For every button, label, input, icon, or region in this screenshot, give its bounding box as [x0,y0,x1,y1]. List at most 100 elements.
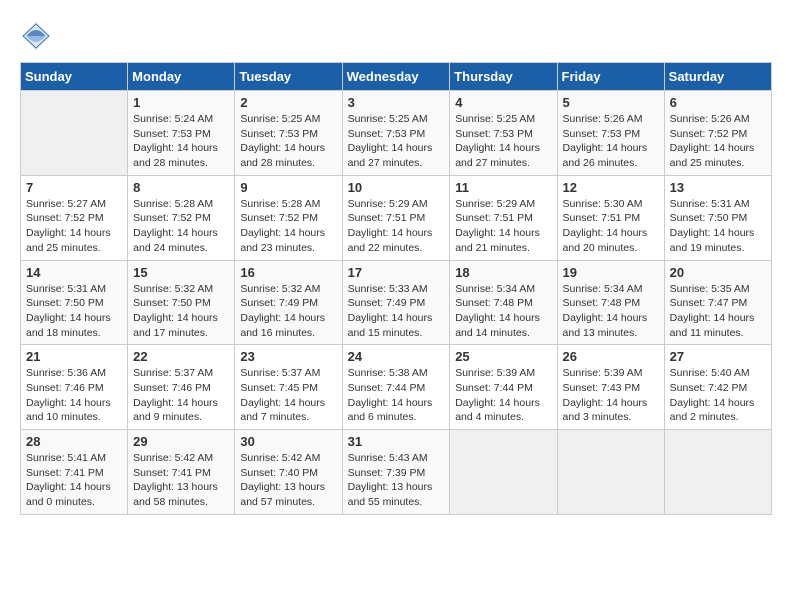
calendar-day-cell: 28Sunrise: 5:41 AM Sunset: 7:41 PM Dayli… [21,430,128,515]
day-info: Sunrise: 5:42 AM Sunset: 7:41 PM Dayligh… [133,451,229,510]
day-of-week-header: Tuesday [235,63,342,91]
day-info: Sunrise: 5:26 AM Sunset: 7:52 PM Dayligh… [670,112,766,171]
day-info: Sunrise: 5:25 AM Sunset: 7:53 PM Dayligh… [455,112,551,171]
calendar-day-cell: 17 Sunrise: 5:33 AM Sunset: 7:49 PM Dayli… [342,260,450,345]
day-number: 5 [563,95,659,110]
day-number: 22 [133,349,229,364]
calendar-day-cell: 9 Sunrise: 5:28 AM Sunset: 7:52 PM Daylig… [235,175,342,260]
day-number: 6 [670,95,766,110]
calendar-week-row: 28Sunrise: 5:41 AM Sunset: 7:41 PM Dayli… [21,430,772,515]
calendar-day-cell: 31 Sunrise: 5:43 AM Sunset: 7:39 PM Dayli… [342,430,450,515]
calendar-day-cell [21,91,128,176]
day-number: 11 [455,180,551,195]
calendar-day-cell: 20 Sunrise: 5:35 AM Sunset: 7:47 PM Dayli… [664,260,771,345]
calendar-day-cell: 27 Sunrise: 5:40 AM Sunset: 7:42 PM Dayli… [664,345,771,430]
calendar-day-cell: 29 Sunrise: 5:42 AM Sunset: 7:41 PM Dayli… [128,430,235,515]
day-number: 1 [133,95,229,110]
calendar-day-cell [664,430,771,515]
day-info: Sunrise: 5:37 AM Sunset: 7:46 PM Dayligh… [133,366,229,425]
day-number: 9 [240,180,336,195]
day-info: Sunrise: 5:32 AM Sunset: 7:50 PM Dayligh… [133,282,229,341]
day-number: 19 [563,265,659,280]
calendar-day-cell: 18 Sunrise: 5:34 AM Sunset: 7:48 PM Dayli… [450,260,557,345]
calendar-day-cell: 14 Sunrise: 5:31 AM Sunset: 7:50 PM Dayli… [21,260,128,345]
calendar-day-cell: 15 Sunrise: 5:32 AM Sunset: 7:50 PM Dayli… [128,260,235,345]
day-number: 16 [240,265,336,280]
logo-icon [20,20,52,52]
day-number: 31 [348,434,445,449]
day-number: 25 [455,349,551,364]
day-info: Sunrise: 5:32 AM Sunset: 7:49 PM Dayligh… [240,282,336,341]
calendar-day-cell: 3Sunrise: 5:25 AM Sunset: 7:53 PM Daylig… [342,91,450,176]
calendar-day-cell: 24 Sunrise: 5:38 AM Sunset: 7:44 PM Dayli… [342,345,450,430]
day-number: 18 [455,265,551,280]
calendar-day-cell: 7 Sunrise: 5:27 AM Sunset: 7:52 PM Daylig… [21,175,128,260]
day-number: 3 [348,95,445,110]
day-info: Sunrise: 5:26 AM Sunset: 7:53 PM Dayligh… [563,112,659,171]
day-info: Sunrise: 5:29 AM Sunset: 7:51 PM Dayligh… [348,197,445,256]
day-number: 14 [26,265,122,280]
calendar-header-row: SundayMondayTuesdayWednesdayThursdayFrid… [21,63,772,91]
day-info: Sunrise: 5:35 AM Sunset: 7:47 PM Dayligh… [670,282,766,341]
day-info: Sunrise: 5:40 AM Sunset: 7:42 PM Dayligh… [670,366,766,425]
day-of-week-header: Friday [557,63,664,91]
day-of-week-header: Monday [128,63,235,91]
calendar-day-cell: 4 Sunrise: 5:25 AM Sunset: 7:53 PM Daylig… [450,91,557,176]
day-info: Sunrise: 5:41 AM Sunset: 7:41 PM Dayligh… [26,451,122,510]
day-number: 10 [348,180,445,195]
calendar-week-row: 1 Sunrise: 5:24 AM Sunset: 7:53 PM Daylig… [21,91,772,176]
day-number: 7 [26,180,122,195]
page-header [20,20,772,52]
calendar-day-cell: 2Sunrise: 5:25 AM Sunset: 7:53 PM Daylig… [235,91,342,176]
day-info: Sunrise: 5:36 AM Sunset: 7:46 PM Dayligh… [26,366,122,425]
day-number: 2 [240,95,336,110]
calendar-day-cell: 21Sunrise: 5:36 AM Sunset: 7:46 PM Dayli… [21,345,128,430]
day-number: 15 [133,265,229,280]
calendar-day-cell: 23Sunrise: 5:37 AM Sunset: 7:45 PM Dayli… [235,345,342,430]
day-info: Sunrise: 5:28 AM Sunset: 7:52 PM Dayligh… [133,197,229,256]
calendar-day-cell: 6 Sunrise: 5:26 AM Sunset: 7:52 PM Daylig… [664,91,771,176]
day-number: 30 [240,434,336,449]
day-number: 13 [670,180,766,195]
calendar-day-cell [557,430,664,515]
day-info: Sunrise: 5:27 AM Sunset: 7:52 PM Dayligh… [26,197,122,256]
day-number: 20 [670,265,766,280]
day-number: 29 [133,434,229,449]
day-info: Sunrise: 5:29 AM Sunset: 7:51 PM Dayligh… [455,197,551,256]
day-info: Sunrise: 5:42 AM Sunset: 7:40 PM Dayligh… [240,451,336,510]
day-info: Sunrise: 5:39 AM Sunset: 7:44 PM Dayligh… [455,366,551,425]
logo [20,20,56,52]
day-info: Sunrise: 5:33 AM Sunset: 7:49 PM Dayligh… [348,282,445,341]
calendar-week-row: 14 Sunrise: 5:31 AM Sunset: 7:50 PM Dayli… [21,260,772,345]
day-number: 23 [240,349,336,364]
day-of-week-header: Thursday [450,63,557,91]
calendar-day-cell: 22 Sunrise: 5:37 AM Sunset: 7:46 PM Dayli… [128,345,235,430]
calendar-day-cell [450,430,557,515]
calendar-day-cell: 12 Sunrise: 5:30 AM Sunset: 7:51 PM Dayli… [557,175,664,260]
day-info: Sunrise: 5:24 AM Sunset: 7:53 PM Dayligh… [133,112,229,171]
day-info: Sunrise: 5:30 AM Sunset: 7:51 PM Dayligh… [563,197,659,256]
calendar-day-cell: 25 Sunrise: 5:39 AM Sunset: 7:44 PM Dayli… [450,345,557,430]
day-number: 27 [670,349,766,364]
day-number: 4 [455,95,551,110]
day-info: Sunrise: 5:39 AM Sunset: 7:43 PM Dayligh… [563,366,659,425]
calendar-day-cell: 26Sunrise: 5:39 AM Sunset: 7:43 PM Dayli… [557,345,664,430]
day-info: Sunrise: 5:43 AM Sunset: 7:39 PM Dayligh… [348,451,445,510]
day-info: Sunrise: 5:34 AM Sunset: 7:48 PM Dayligh… [455,282,551,341]
day-info: Sunrise: 5:31 AM Sunset: 7:50 PM Dayligh… [26,282,122,341]
calendar-day-cell: 10 Sunrise: 5:29 AM Sunset: 7:51 PM Dayli… [342,175,450,260]
day-number: 24 [348,349,445,364]
day-number: 17 [348,265,445,280]
day-info: Sunrise: 5:28 AM Sunset: 7:52 PM Dayligh… [240,197,336,256]
calendar-day-cell: 1 Sunrise: 5:24 AM Sunset: 7:53 PM Daylig… [128,91,235,176]
day-info: Sunrise: 5:38 AM Sunset: 7:44 PM Dayligh… [348,366,445,425]
calendar-week-row: 7 Sunrise: 5:27 AM Sunset: 7:52 PM Daylig… [21,175,772,260]
calendar-day-cell: 5 Sunrise: 5:26 AM Sunset: 7:53 PM Daylig… [557,91,664,176]
day-of-week-header: Sunday [21,63,128,91]
day-info: Sunrise: 5:34 AM Sunset: 7:48 PM Dayligh… [563,282,659,341]
calendar-day-cell: 16 Sunrise: 5:32 AM Sunset: 7:49 PM Dayli… [235,260,342,345]
day-number: 12 [563,180,659,195]
day-info: Sunrise: 5:31 AM Sunset: 7:50 PM Dayligh… [670,197,766,256]
calendar-day-cell: 30 Sunrise: 5:42 AM Sunset: 7:40 PM Dayli… [235,430,342,515]
day-of-week-header: Wednesday [342,63,450,91]
